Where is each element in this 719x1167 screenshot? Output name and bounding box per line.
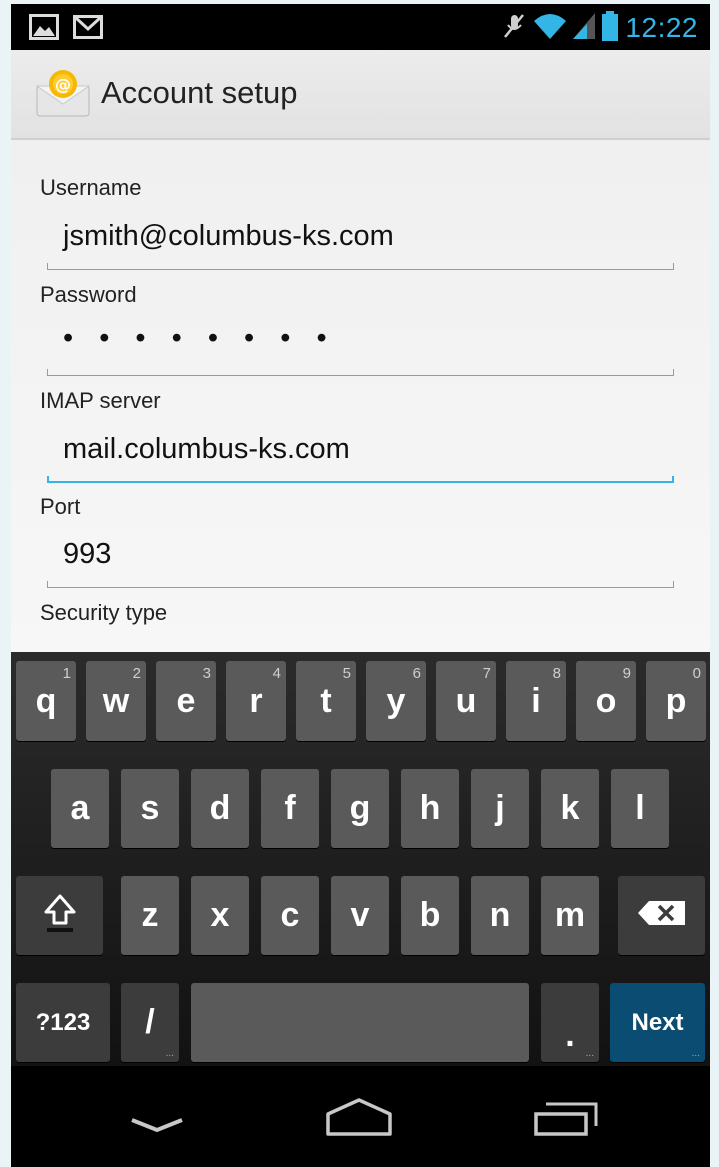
page-title: Account setup (101, 75, 298, 110)
next-key[interactable]: Next... (610, 983, 705, 1062)
device-screen: 12:22 @ Account setup Username jsmith@co… (11, 4, 710, 1167)
username-field[interactable]: jsmith@columbus-ks.com (47, 210, 674, 270)
key-w[interactable]: w2 (86, 661, 146, 741)
email-envelope-icon[interactable]: @ (35, 68, 91, 122)
account-setup-form: Username jsmith@columbus-ks.com Password… (11, 140, 710, 652)
username-value: jsmith@columbus-ks.com (63, 220, 394, 252)
space-key[interactable] (191, 983, 529, 1062)
symbols-key[interactable]: ?123 (16, 983, 110, 1062)
soft-keyboard: q1 w2 e3 r4 t5 y6 u7 i8 o9 p0 a s d f g … (11, 652, 710, 1066)
password-value: • • • • • • • • (63, 322, 336, 354)
svg-text:@: @ (55, 75, 71, 94)
key-t[interactable]: t5 (296, 661, 356, 741)
mute-icon (501, 11, 527, 45)
key-c[interactable]: c (261, 876, 319, 955)
gallery-icon (29, 14, 59, 44)
key-h[interactable]: h (401, 769, 459, 848)
password-label: Password (40, 282, 137, 307)
key-m[interactable]: m (541, 876, 599, 955)
key-e[interactable]: e3 (156, 661, 216, 741)
battery-icon (601, 10, 619, 46)
security-type-label: Security type (40, 600, 168, 625)
port-label: Port (40, 494, 81, 519)
key-a[interactable]: a (51, 769, 109, 848)
password-field[interactable]: • • • • • • • • (47, 316, 674, 376)
backspace-key[interactable] (618, 876, 705, 955)
action-bar: @ Account setup (11, 50, 710, 140)
key-x[interactable]: x (191, 876, 249, 955)
port-underline (47, 581, 674, 588)
username-label: Username (40, 175, 142, 200)
imap-server-field[interactable]: mail.columbus-ks.com (47, 423, 674, 483)
imap-server-value: mail.columbus-ks.com (63, 433, 350, 465)
key-j[interactable]: j (471, 769, 529, 848)
backspace-icon (637, 900, 687, 931)
key-q[interactable]: q1 (16, 661, 76, 741)
imap-server-underline (47, 476, 674, 483)
key-s[interactable]: s (121, 769, 179, 848)
key-n[interactable]: n (471, 876, 529, 955)
key-r[interactable]: r4 (226, 661, 286, 741)
password-underline (47, 369, 674, 376)
key-i[interactable]: i8 (506, 661, 566, 741)
key-o[interactable]: o9 (576, 661, 636, 741)
wifi-icon (533, 11, 567, 45)
key-z[interactable]: z (121, 876, 179, 955)
key-u[interactable]: u7 (436, 661, 496, 741)
navigation-bar (11, 1066, 710, 1167)
key-f[interactable]: f (261, 769, 319, 848)
status-clock: 12:22 (625, 12, 698, 43)
shift-icon (43, 893, 77, 938)
status-bar: 12:22 (11, 4, 710, 50)
imap-server-label: IMAP server (40, 388, 161, 413)
recent-apps-icon[interactable] (532, 1096, 602, 1142)
key-y[interactable]: y6 (366, 661, 426, 741)
username-underline (47, 263, 674, 270)
key-l[interactable]: l (611, 769, 669, 848)
key-k[interactable]: k (541, 769, 599, 848)
shift-key[interactable] (16, 876, 103, 955)
key-b[interactable]: b (401, 876, 459, 955)
key-g[interactable]: g (331, 769, 389, 848)
key-d[interactable]: d (191, 769, 249, 848)
back-icon[interactable] (127, 1096, 187, 1140)
slash-key[interactable]: /... (121, 983, 179, 1062)
key-v[interactable]: v (331, 876, 389, 955)
home-icon[interactable] (324, 1096, 394, 1142)
period-key[interactable]: .... (541, 983, 599, 1062)
key-p[interactable]: p0 (646, 661, 706, 741)
port-value: 993 (63, 538, 112, 570)
port-field[interactable]: 993 (47, 528, 674, 588)
signal-icon (573, 11, 596, 45)
gmail-icon (73, 14, 103, 44)
